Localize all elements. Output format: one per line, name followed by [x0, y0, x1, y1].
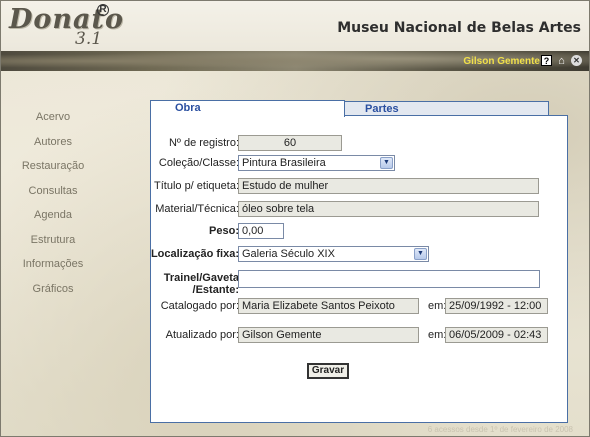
titulo-field: Estudo de mulher [238, 178, 539, 194]
help-icon[interactable]: ? [541, 55, 552, 66]
colecao-value: Pintura Brasileira [242, 157, 326, 169]
sidebar-item-agenda[interactable]: Agenda [1, 207, 105, 232]
colecao-select[interactable]: Pintura Brasileira ▼ [238, 155, 395, 171]
registered-mark-icon: R [97, 4, 109, 16]
access-counter: 6 acessos desde 1º de fevereiro de 2008 [427, 425, 573, 434]
localizacao-select[interactable]: Galeria Século XIX ▼ [238, 246, 429, 262]
sidebar-item-estrutura[interactable]: Estrutura [1, 232, 105, 257]
sidebar-item-restauracao[interactable]: Restauração [1, 158, 105, 183]
registro-label: Nº de registro: [168, 137, 239, 149]
colecao-label: Coleção/Classe: [158, 157, 239, 169]
header: Donato R 3.1 Museu Nacional de Belas Art… [1, 1, 589, 51]
chevron-down-icon[interactable]: ▼ [380, 157, 393, 169]
trainel-label-line1: Trainel/Gaveta [163, 272, 239, 284]
sidebar: Acervo Autores Restauração Consultas Age… [1, 109, 111, 305]
row-material: Material/Técnica: óleo sobre tela [151, 201, 569, 219]
atualizado-field: Gilson Gemente [238, 327, 419, 343]
sidebar-item-informacoes[interactable]: Informações [1, 256, 105, 281]
tab-partes-label: Partes [365, 103, 399, 115]
tab-obra[interactable]: Obra [150, 100, 345, 117]
tab-partes[interactable]: Partes [344, 101, 549, 116]
museum-title: Museu Nacional de Belas Artes [337, 20, 581, 36]
peso-input[interactable]: 0,00 [238, 223, 284, 239]
home-icon[interactable]: ⌂ [556, 55, 567, 67]
user-bar: Gilson Gemente ? ⌂ ✕ [1, 51, 589, 71]
localizacao-value: Galeria Século XIX [242, 248, 335, 260]
trainel-label: Trainel/Gaveta /Estante: [164, 272, 239, 296]
logo-version: 3.1 [75, 29, 103, 49]
catalogado-date: 25/09/1992 - 12:00 [445, 298, 548, 314]
atualizado-em-label: em: [428, 329, 447, 341]
sidebar-item-acervo[interactable]: Acervo [1, 109, 105, 134]
peso-label: Peso: [209, 225, 239, 237]
app-window: Donato R 3.1 Museu Nacional de Belas Art… [0, 0, 590, 437]
localizacao-label: Localização fixa: [150, 248, 239, 260]
trainel-input[interactable] [238, 270, 540, 288]
row-trainel: Trainel/Gaveta /Estante: [151, 270, 569, 298]
sidebar-item-graficos[interactable]: Gráficos [1, 281, 105, 306]
material-field: óleo sobre tela [238, 201, 539, 217]
chevron-down-icon[interactable]: ▼ [414, 248, 427, 260]
material-label: Material/Técnica: [155, 203, 239, 215]
donato-logo: Donato R 3.1 [9, 4, 123, 50]
row-localizacao: Localização fixa: Galeria Século XIX ▼ [151, 246, 569, 264]
catalogado-label: Catalogado por: [160, 300, 239, 312]
row-registro: Nº de registro: 60 [151, 135, 569, 153]
obra-form-panel: Nº de registro: 60 Coleção/Classe: Pintu… [150, 115, 568, 423]
titulo-label: Título p/ etiqueta: [154, 180, 239, 192]
sidebar-item-autores[interactable]: Autores [1, 134, 105, 159]
close-icon[interactable]: ✕ [571, 55, 582, 66]
atualizado-date: 06/05/2009 - 02:43 [445, 327, 548, 343]
row-catalogado: Catalogado por: Maria Elizabete Santos P… [151, 298, 569, 316]
row-titulo: Título p/ etiqueta: Estudo de mulher [151, 178, 569, 196]
save-button[interactable]: Gravar [307, 363, 349, 379]
catalogado-em-label: em: [428, 300, 447, 312]
atualizado-label: Atualizado por: [165, 329, 239, 341]
row-colecao: Coleção/Classe: Pintura Brasileira ▼ [151, 155, 569, 173]
user-name[interactable]: Gilson Gemente [463, 56, 540, 67]
row-atualizado: Atualizado por: Gilson Gemente em: 06/05… [151, 327, 569, 345]
sidebar-item-consultas[interactable]: Consultas [1, 183, 105, 208]
row-peso: Peso: 0,00 [151, 223, 569, 241]
registro-field: 60 [238, 135, 342, 151]
catalogado-field: Maria Elizabete Santos Peixoto [238, 298, 419, 314]
trainel-label-line2: /Estante: [192, 284, 239, 296]
